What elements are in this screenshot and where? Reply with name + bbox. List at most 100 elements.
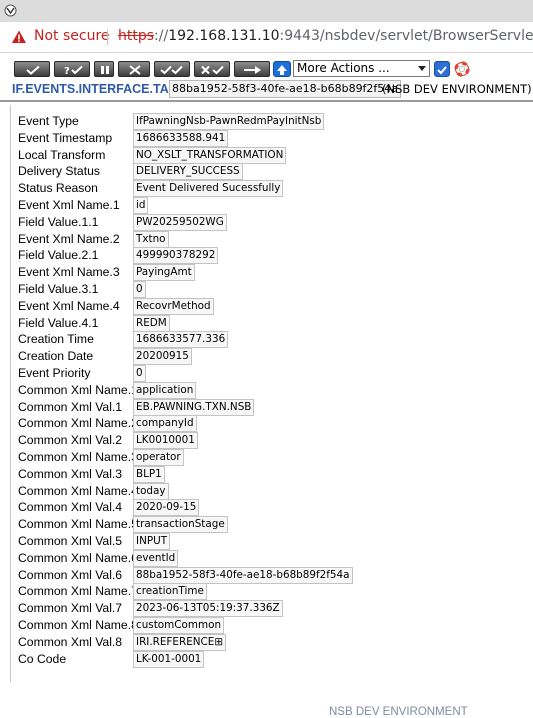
field-label: Event Type <box>18 114 79 128</box>
next-arrow-icon <box>244 66 261 74</box>
field-value[interactable]: PayingAmt <box>133 264 195 282</box>
field-value[interactable]: id <box>133 197 149 214</box>
field-value[interactable]: 1686633588.941 <box>133 129 229 147</box>
field-value[interactable]: companyId <box>133 415 197 433</box>
field-value[interactable]: REDM <box>133 314 170 332</box>
field-value[interactable]: Txtno <box>133 230 169 248</box>
table-name: IF.EVENTS.INTERFACE.TABLE <box>12 82 194 96</box>
field-value[interactable]: 2023-06-13T05:19:37.336Z <box>133 600 283 618</box>
field-value[interactable]: RecovrMethod <box>133 297 214 315</box>
field-label: Event Xml Name.3 <box>18 265 120 280</box>
field-value[interactable]: EB.PAWNING.TXN.NSB <box>133 398 255 416</box>
field-value[interactable]: 0 <box>133 365 146 382</box>
more-actions-selected: More Actions ... <box>297 61 390 75</box>
field-value[interactable]: transactionStage <box>133 516 228 534</box>
field-row: Field Value.4.1 REDM <box>18 314 528 332</box>
field-value[interactable]: PW20259502WG <box>133 213 227 231</box>
field-row: Field Value.1.1 PW20259502WG <box>18 213 528 231</box>
field-row: Common Xml Val.5 INPUT <box>18 533 528 550</box>
help-confirm-button[interactable]: ? <box>54 61 90 77</box>
field-value[interactable]: operator <box>133 449 184 466</box>
field-value[interactable]: 88ba1952-58f3-40fe-ae18-b68b89f2f54a <box>133 566 353 584</box>
field-value[interactable]: IRI.REFERENCE⊞ <box>133 633 227 651</box>
delete-button[interactable] <box>118 61 150 77</box>
go-button[interactable] <box>434 61 450 77</box>
field-value[interactable]: LK-001-0001 <box>133 650 205 668</box>
field-row: Common Xml Name.6 eventId <box>18 549 528 567</box>
app-icon <box>4 4 17 17</box>
url-separator: :// <box>154 28 169 44</box>
field-value[interactable]: 1686633577.336 <box>133 331 229 349</box>
field-value[interactable]: customCommon <box>133 617 225 634</box>
footer-environment-label: NSB DEV ENVIRONMENT <box>329 706 468 718</box>
up-arrow-icon <box>277 65 287 75</box>
field-row: Co Code LK-001-0001 <box>18 650 528 668</box>
field-label: Common Xml Val.1 <box>18 399 123 414</box>
field-row: Common Xml Name.2 companyId <box>18 415 528 433</box>
field-value[interactable]: 2020-09-15 <box>133 499 200 517</box>
cancel-confirm-button[interactable] <box>194 61 230 77</box>
field-label: Common Xml Name.7 <box>18 584 138 599</box>
lifebuoy-icon[interactable] <box>454 61 470 77</box>
field-value[interactable]: INPUT <box>133 533 171 550</box>
field-row: Local Transform NO_XSLT_TRANSFORMATION <box>18 146 528 164</box>
field-value[interactable]: today <box>133 482 169 500</box>
field-value[interactable]: creationTime <box>133 583 207 601</box>
field-label: Common Xml Val.3 <box>18 466 123 481</box>
field-value[interactable]: LK0010001 <box>133 432 198 450</box>
field-value[interactable]: application <box>133 381 197 399</box>
next-button[interactable] <box>234 61 270 77</box>
field-row: Common Xml Name.3 operator <box>18 449 528 466</box>
confirm-button[interactable] <box>14 61 50 77</box>
field-row: Delivery Status DELIVERY_SUCCESS <box>18 163 528 181</box>
field-value[interactable]: BLP1 <box>133 465 165 483</box>
question-check-icon: ? <box>64 65 83 77</box>
field-row: Event Xml Name.2 Txtno <box>18 230 528 248</box>
window-titlebar <box>0 0 533 22</box>
field-row: Common Xml Name.4 today <box>18 482 528 500</box>
security-status-label[interactable]: Not secure <box>34 28 110 44</box>
more-actions-select[interactable]: More Actions ... <box>293 60 430 77</box>
field-row: Event Xml Name.3 PayingAmt <box>18 264 528 282</box>
field-value[interactable]: 499990378292 <box>133 247 219 265</box>
field-label: Common Xml Name.5 <box>18 517 138 532</box>
field-label: Event Xml Name.2 <box>18 231 120 246</box>
page-content: ? More Actions ... IF.EVENTS.INTERFACE.T… <box>0 53 533 718</box>
field-label: Common Xml Val.4 <box>18 500 123 515</box>
field-row: Common Xml Val.2 LK0010001 <box>18 432 528 450</box>
field-value[interactable]: DELIVERY_SUCCESS <box>133 163 243 181</box>
field-value[interactable]: IfPawningNsb-PawnRedmPayInitNsb <box>133 113 325 130</box>
address-bar[interactable]: Not secure https://192.168.131.10:9443/n… <box>0 22 533 53</box>
field-row: Field Value.3.1 0 <box>18 281 528 298</box>
field-label: Common Xml Name.6 <box>18 550 138 565</box>
field-row: Common Xml Val.7 2023-06-13T05:19:37.336Z <box>18 600 528 618</box>
field-label: Field Value.1.1 <box>18 214 99 229</box>
field-row: Event Type IfPawningNsb-PawnRedmPayInitNs… <box>18 113 528 130</box>
field-value[interactable]: 0 <box>133 281 146 298</box>
field-label: Common Xml Val.6 <box>18 567 123 582</box>
field-value[interactable]: Event Delivered Sucessfully <box>133 180 284 198</box>
url-text[interactable]: https://192.168.131.10:9443/nsbdev/servl… <box>118 28 533 44</box>
url-path: :9443/nsbdev/servlet/BrowserServlet <box>279 28 533 44</box>
field-label: Common Xml Val.7 <box>18 601 123 616</box>
field-label: Creation Date <box>18 349 94 364</box>
check-icon <box>437 66 447 75</box>
field-value[interactable]: NO_XSLT_TRANSFORMATION <box>133 146 287 164</box>
field-label: Event Xml Name.4 <box>18 298 120 313</box>
double-confirm-button[interactable] <box>154 61 190 77</box>
field-label: Field Value.4.1 <box>18 315 99 330</box>
upload-button[interactable] <box>273 61 291 77</box>
address-divider <box>107 30 108 45</box>
field-label: Event Priority <box>18 366 91 380</box>
field-row: Creation Date 20200915 <box>18 348 528 366</box>
field-row: Common Xml Name.7 creationTime <box>18 583 528 601</box>
record-id-field[interactable]: 88ba1952-58f3-40fe-ae18-b68b89f2f54a <box>169 80 402 98</box>
warning-icon[interactable] <box>11 29 27 45</box>
pause-button[interactable] <box>94 61 114 77</box>
field-row: Common Xml Name.5 transactionStage <box>18 516 528 534</box>
field-row: Common Xml Val.1 EB.PAWNING.TXN.NSB <box>18 398 528 416</box>
field-value[interactable]: 20200915 <box>133 348 192 366</box>
record-panel: Event Type IfPawningNsb-PawnRedmPayInitNs… <box>10 105 533 718</box>
field-value[interactable]: eventId <box>133 549 179 567</box>
field-label: Common Xml Name.2 <box>18 416 138 431</box>
